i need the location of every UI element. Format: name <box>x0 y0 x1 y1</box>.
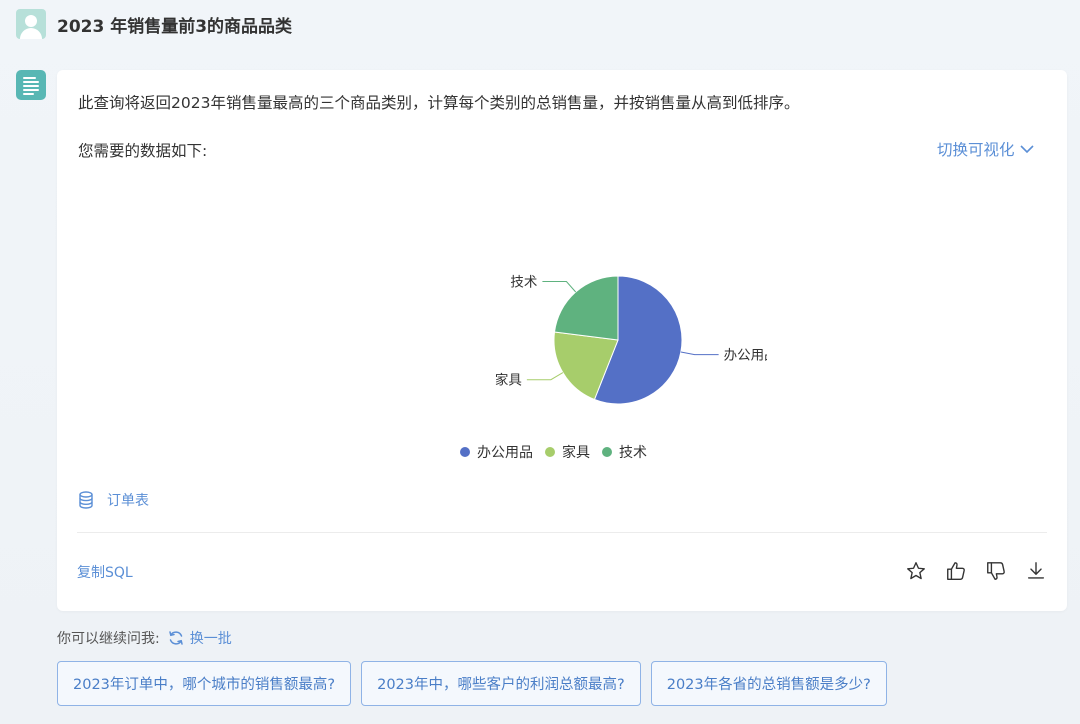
pie-slice-2[interactable] <box>553 275 619 341</box>
refresh-suggestions-button[interactable]: 换一批 <box>168 628 232 648</box>
action-bar <box>887 560 1047 582</box>
legend-label-2: 技术 <box>619 445 647 461</box>
source-table-label: 订单表 <box>107 493 149 509</box>
pie-leader-line-0 <box>680 351 719 356</box>
followup-label: 你可以继续问我: <box>57 631 160 647</box>
legend-item-1[interactable]: 家具 <box>545 442 590 462</box>
legend-dot-1 <box>545 447 555 457</box>
thumbs-down-icon[interactable] <box>985 560 1007 582</box>
pie-chart: 办公用品家具 技术 <box>495 274 767 405</box>
answer-card: 此查询将返回2023年销售量最高的三个商品类别，计算每个类别的总销售量，并按销售… <box>57 70 1067 611</box>
pie-leader-line-1 <box>526 372 564 381</box>
user-question: 2023 年销售量前3的商品品类 <box>57 16 293 37</box>
switch-visualization-label: 切换可视化 <box>937 141 1015 159</box>
pie-label-2: 技术 <box>510 274 537 290</box>
pie-label-0: 办公用品 <box>724 348 767 364</box>
refresh-icon <box>168 631 183 645</box>
legend-label-1: 家具 <box>562 445 590 461</box>
thumbs-up-icon[interactable] <box>945 560 967 582</box>
pie-label-1: 家具 <box>495 372 522 389</box>
refresh-label: 换一批 <box>189 631 232 647</box>
legend-dot-2 <box>602 447 612 457</box>
suggestion-button[interactable]: 2023年中，哪些客户的利润总额最高? <box>361 661 641 706</box>
answer-description: 此查询将返回2023年销售量最高的三个商品类别，计算每个类别的总销售量，并按销售… <box>78 94 800 112</box>
user-avatar-icon <box>16 9 46 39</box>
suggestion-list: 2023年订单中，哪个城市的销售额最高? 2023年中，哪些客户的利润总额最高?… <box>57 661 897 706</box>
followup-header: 你可以继续问我: 换一批 <box>57 628 232 648</box>
star-icon[interactable] <box>905 560 927 582</box>
legend-dot-0 <box>460 447 470 457</box>
user-message: 2023 年销售量前3的商品品类 <box>16 9 292 39</box>
chevron-down-icon <box>1019 145 1034 154</box>
download-icon[interactable] <box>1025 560 1047 582</box>
database-icon <box>79 491 93 509</box>
divider <box>77 532 1047 533</box>
chart-legend: 办公用品 家具 技术 <box>460 443 659 461</box>
suggestion-button[interactable]: 2023年订单中，哪个城市的销售额最高? <box>57 661 352 706</box>
data-intro: 您需要的数据如下: <box>78 142 208 160</box>
switch-visualization-button[interactable]: 切换可视化 <box>937 138 1035 160</box>
source-table-link[interactable]: 订单表 <box>78 490 149 510</box>
legend-item-2[interactable]: 技术 <box>602 442 647 462</box>
legend-label-0: 办公用品 <box>477 445 533 461</box>
pie-leader-line-2 <box>542 280 577 293</box>
bot-avatar-icon <box>16 70 46 100</box>
legend-item-0[interactable]: 办公用品 <box>460 442 533 462</box>
suggestion-button[interactable]: 2023年各省的总销售额是多少? <box>650 661 887 706</box>
copy-sql-button[interactable]: 复制SQL <box>77 562 133 582</box>
